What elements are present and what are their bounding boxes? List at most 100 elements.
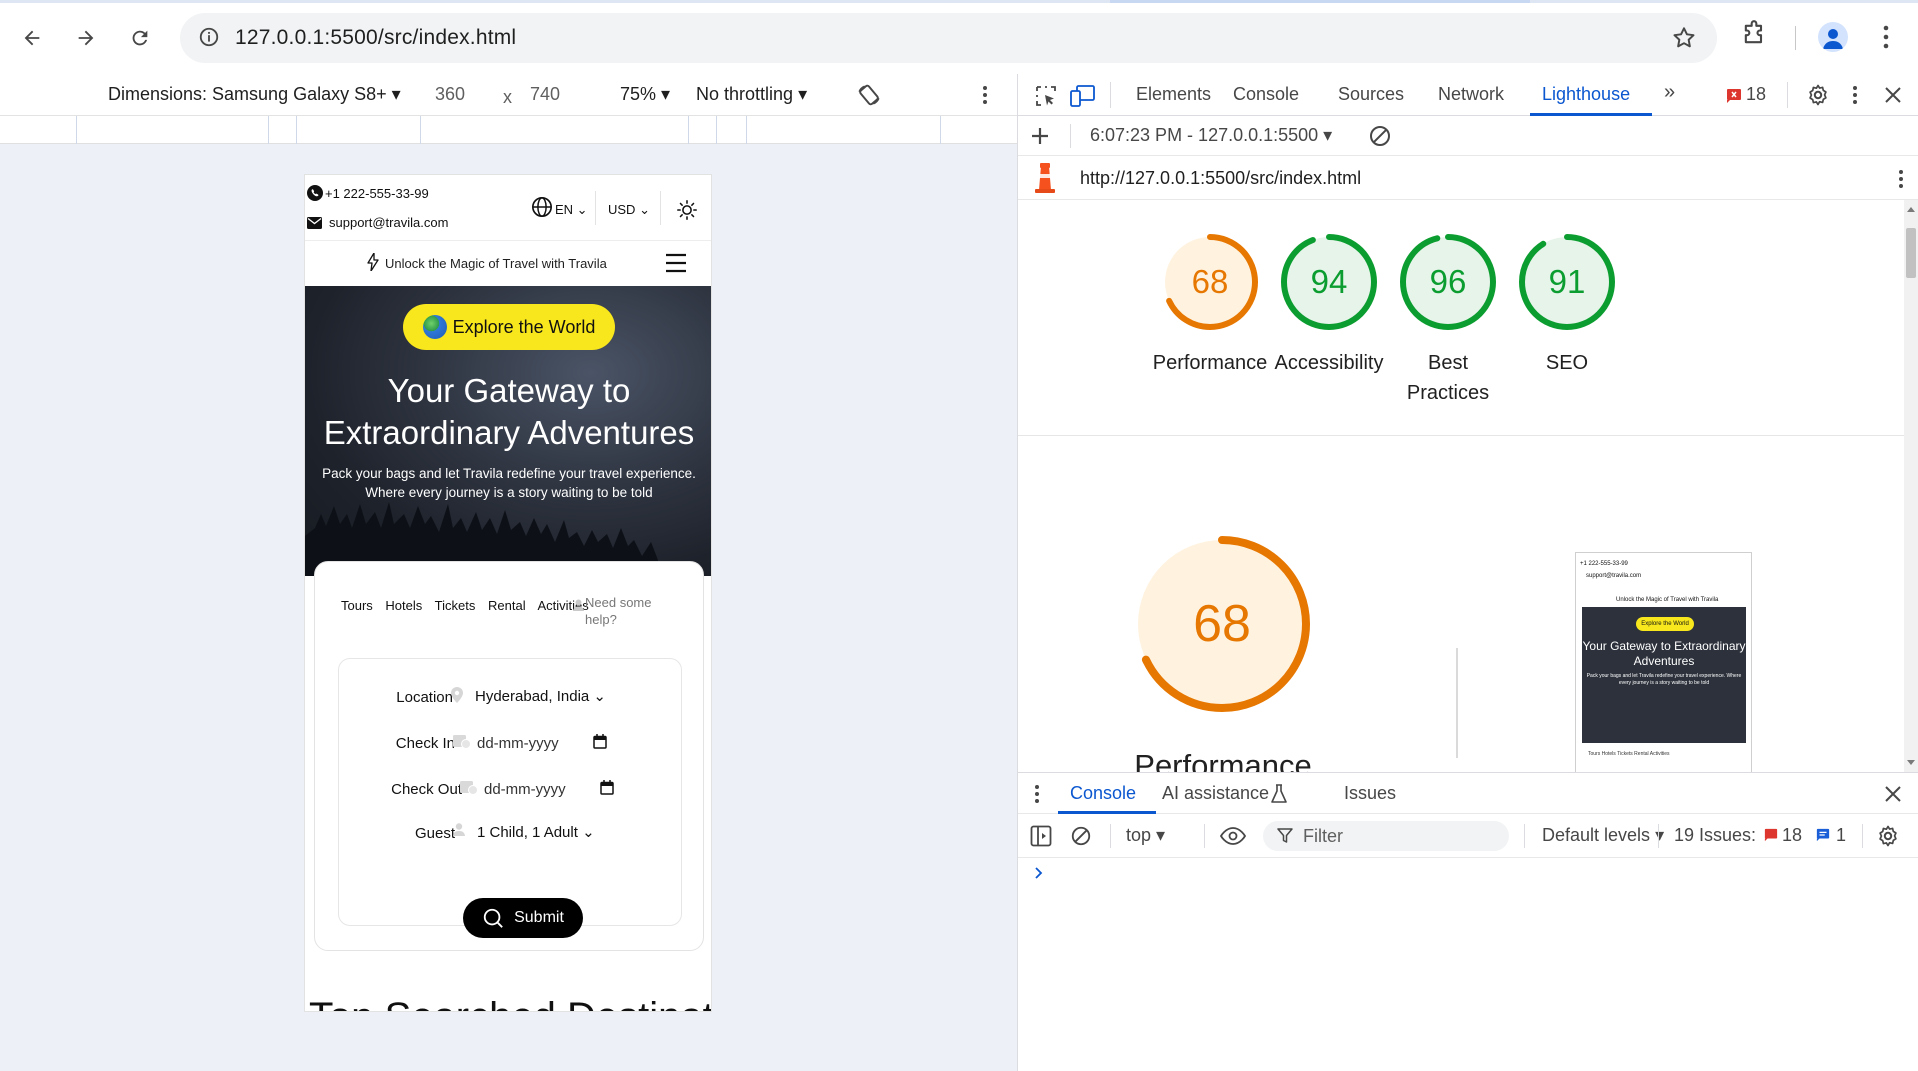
console-settings-gear-icon[interactable]	[1876, 824, 1900, 848]
report-menu-icon[interactable]	[1898, 168, 1904, 190]
score-ring: 94	[1279, 232, 1379, 332]
site-phone[interactable]: +1 222-555-33-99	[325, 186, 429, 201]
report-scrollbar[interactable]	[1904, 200, 1918, 772]
devtools-more-icon[interactable]	[1852, 84, 1858, 106]
tab-tours[interactable]: Tours	[341, 598, 373, 613]
issues-label: 19 Issues:	[1674, 825, 1757, 845]
zoom-select[interactable]: 75% ▾	[620, 84, 670, 105]
site-email[interactable]: support@travila.com	[329, 215, 448, 230]
tab-tickets[interactable]: Tickets	[435, 598, 476, 613]
date-picker-icon[interactable]	[600, 780, 614, 795]
lighthouse-toolbar: 6:07:23 PM - 127.0.0.1:5500 ▾	[1018, 116, 1918, 156]
tab-network[interactable]: Network	[1438, 84, 1504, 105]
sidebar-toggle-icon[interactable]	[1030, 825, 1052, 847]
help-user-icon	[573, 599, 584, 611]
language-label: EN	[555, 202, 574, 217]
drawer-more-icon[interactable]	[1034, 783, 1040, 805]
drawer-tab-issues[interactable]: Issues	[1344, 783, 1396, 804]
hamburger-menu-icon[interactable]	[665, 253, 687, 273]
scroll-down-icon[interactable]	[1907, 760, 1915, 766]
checkin-date-input[interactable]: dd-mm-yyyy	[477, 735, 559, 752]
location-label: Location	[396, 689, 453, 706]
thumb-tab: Tickets	[1617, 751, 1633, 757]
device-width-input[interactable]: 360	[435, 84, 465, 105]
inspect-element-icon[interactable]	[1034, 84, 1058, 108]
reload-button[interactable]	[120, 18, 160, 58]
thumb-phone: +1 222-555-33-99	[1580, 561, 1628, 567]
sun-theme-icon[interactable]	[676, 199, 698, 221]
location-select[interactable]: Hyderabad, India ⌄	[475, 687, 606, 705]
device-toolbar: Dimensions: Samsung Galaxy S8+ ▾ 360 x 7…	[0, 74, 1017, 116]
clear-console-icon[interactable]	[1070, 825, 1092, 847]
tab-hotels[interactable]: Hotels	[385, 598, 422, 613]
lighthouse-report-header: http://127.0.0.1:5500/src/index.html	[1018, 156, 1918, 200]
guest-value: 1 Child, 1 Adult	[477, 824, 578, 841]
phone-icon	[307, 185, 323, 201]
context-select[interactable]: top ▾	[1126, 825, 1165, 846]
hero-section: Explore the World Your Gateway to Extraor…	[305, 286, 711, 576]
checkout-label: Check Out	[391, 781, 462, 798]
hero-subtitle-line-2: Where every journey is a story waiting t…	[365, 485, 653, 500]
bolt-icon	[367, 253, 379, 271]
score-ring: 96	[1398, 232, 1498, 332]
hero-title-line-2: Extraordinary Adventures	[323, 414, 695, 451]
live-expression-eye-icon[interactable]	[1220, 826, 1246, 846]
scroll-up-icon[interactable]	[1907, 206, 1915, 212]
date-picker-icon[interactable]	[593, 734, 607, 749]
close-drawer-icon[interactable]	[1884, 785, 1902, 803]
language-select[interactable]: EN ⌄	[555, 202, 588, 218]
profile-avatar[interactable]	[1818, 22, 1848, 52]
tab-elements[interactable]: Elements	[1136, 84, 1211, 105]
tab-sources[interactable]: Sources	[1338, 84, 1404, 105]
clear-block-icon[interactable]	[1368, 124, 1392, 148]
currency-select[interactable]: USD ⌄	[608, 202, 650, 218]
extensions-puzzle-icon[interactable]	[1740, 20, 1768, 48]
need-help-link[interactable]: Need some help?	[585, 594, 651, 628]
device-dimensions-select[interactable]: Dimensions: Samsung Galaxy S8+ ▾	[108, 84, 401, 105]
settings-gear-icon[interactable]	[1806, 83, 1830, 107]
more-tabs-chevron-icon[interactable]: »	[1664, 81, 1675, 104]
report-divider	[1018, 435, 1904, 436]
log-levels-select[interactable]: Default levels ▾	[1542, 825, 1664, 846]
tab-console[interactable]: Console	[1233, 84, 1299, 105]
drawer-tab-ai-assistance[interactable]: AI assistance	[1162, 783, 1269, 804]
guest-label: Guest	[414, 825, 455, 842]
score-ring: 68	[1160, 232, 1260, 332]
tab-lighthouse[interactable]: Lighthouse	[1542, 84, 1630, 105]
tab-rental[interactable]: Rental	[488, 598, 526, 613]
forward-button[interactable]	[66, 18, 106, 58]
address-bar[interactable]: 127.0.0.1:5500/src/index.html	[180, 13, 1717, 63]
explore-world-button[interactable]: Explore the World	[403, 304, 615, 350]
throttling-select[interactable]: No throttling ▾	[696, 84, 807, 105]
thumb-email: support@travila.com	[1586, 573, 1642, 579]
device-height-input[interactable]: 740	[530, 84, 560, 105]
console-prompt-chevron-icon	[1035, 867, 1043, 879]
toolbar-separator	[1658, 824, 1659, 848]
device-toolbar-more-icon[interactable]	[982, 84, 988, 106]
device-toggle-icon[interactable]	[1070, 84, 1096, 108]
thumb-explore-pill: Explore the World	[1636, 617, 1694, 631]
guest-select[interactable]: 1 Child, 1 Adult ⌄	[477, 823, 595, 841]
context-label: top	[1126, 825, 1152, 845]
new-report-plus-icon[interactable]	[1030, 126, 1050, 146]
issues-counter[interactable]: 19 Issues:	[1674, 825, 1756, 846]
report-run-select[interactable]: 6:07:23 PM - 127.0.0.1:5500 ▾	[1090, 125, 1332, 146]
console-output[interactable]	[1018, 858, 1918, 1071]
thumb-tab: Tours	[1588, 751, 1601, 757]
submit-button[interactable]: Submit	[463, 898, 583, 938]
back-button[interactable]	[12, 18, 52, 58]
score-value: 94	[1310, 263, 1348, 300]
browser-menu-icon[interactable]	[1882, 22, 1890, 52]
close-devtools-icon[interactable]	[1884, 86, 1902, 104]
report-vertical-divider	[1456, 648, 1458, 758]
console-filter-input[interactable]: Filter	[1263, 821, 1509, 851]
scroll-thumb[interactable]	[1906, 228, 1916, 278]
rotate-device-icon[interactable]	[856, 82, 882, 108]
drawer-tab-console[interactable]: Console	[1070, 783, 1136, 804]
bookmark-star-icon[interactable]	[1671, 25, 1697, 51]
score-gauge-seo[interactable]: 91 SEO	[1492, 232, 1642, 378]
info-icon[interactable]	[198, 26, 220, 48]
error-count[interactable]: 18	[1746, 84, 1766, 105]
checkout-date-input[interactable]: dd-mm-yyyy	[484, 781, 566, 798]
report-url[interactable]: http://127.0.0.1:5500/src/index.html	[1080, 168, 1361, 189]
